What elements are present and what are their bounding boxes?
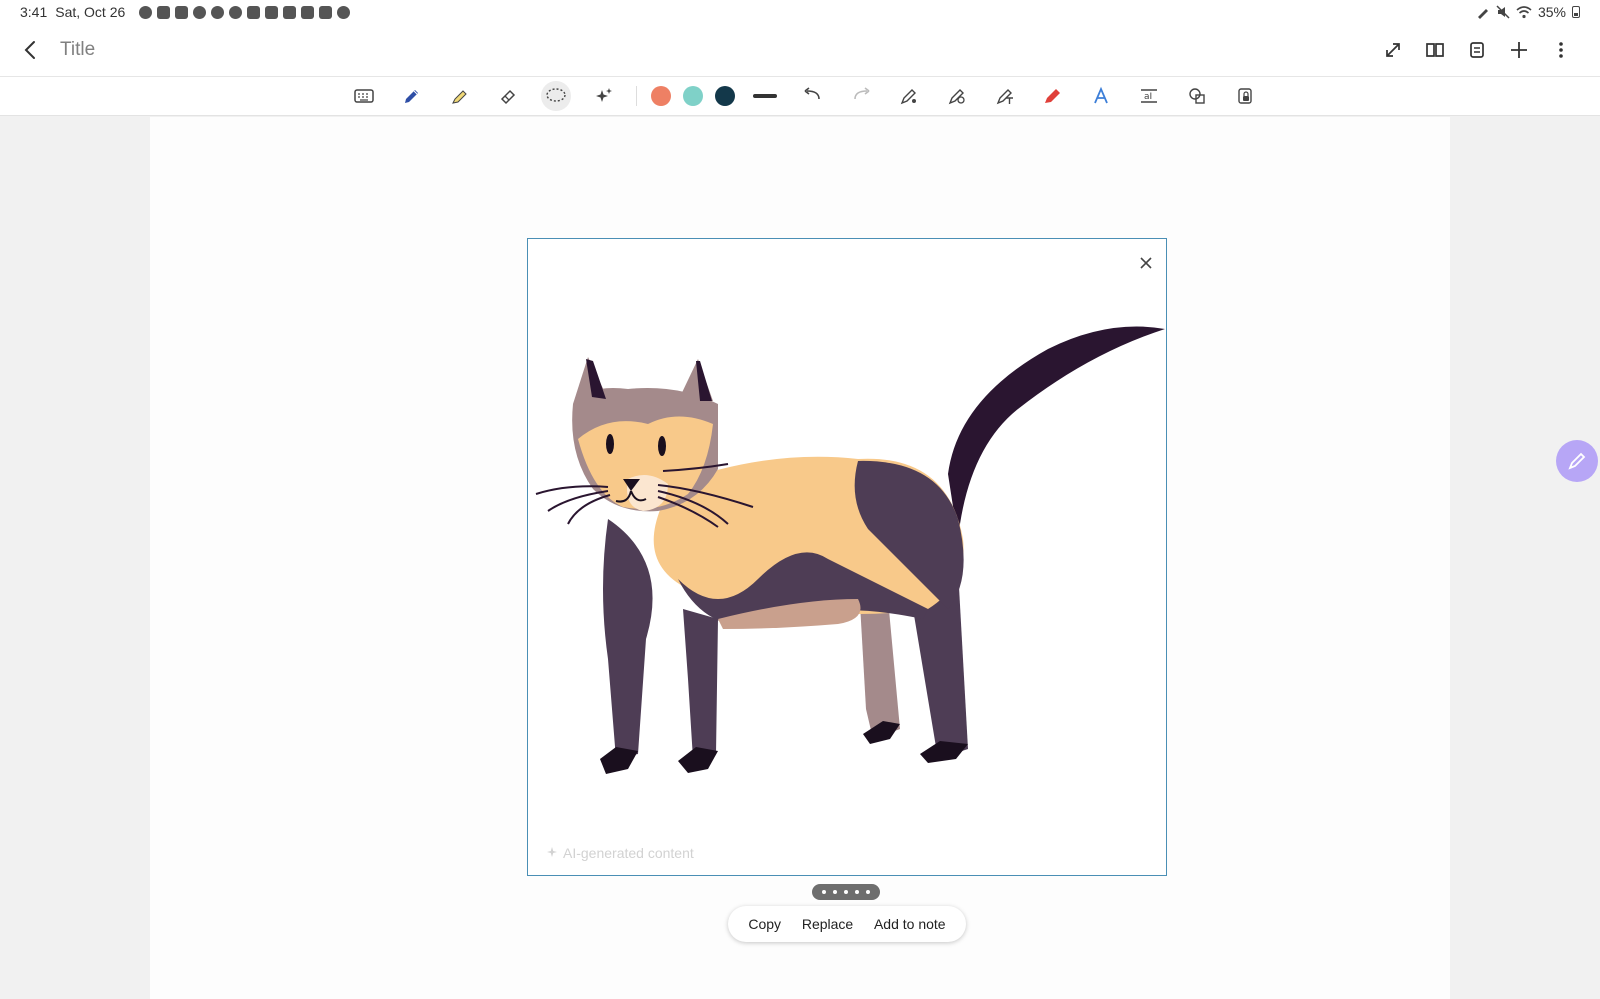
text-style-tool[interactable] bbox=[1077, 78, 1125, 114]
pen-text-icon bbox=[996, 89, 1013, 105]
highlighter-icon bbox=[451, 90, 467, 104]
drawing-toolbar: aI bbox=[0, 76, 1600, 116]
shapes-tool[interactable] bbox=[1173, 78, 1221, 114]
cat-illustration bbox=[535, 326, 1165, 774]
mail-icon bbox=[265, 5, 279, 19]
mute-icon bbox=[1496, 5, 1510, 19]
pager-dot bbox=[844, 890, 848, 894]
pager-dot bbox=[855, 890, 859, 894]
chevron-left-icon bbox=[24, 41, 35, 59]
toolbar-divider bbox=[635, 86, 637, 106]
more-options-button[interactable] bbox=[1550, 39, 1572, 61]
marker-icon bbox=[1044, 89, 1060, 103]
pen-sparkle-icon bbox=[900, 89, 916, 105]
lasso-selected-indicator bbox=[540, 81, 571, 111]
color-swatch-coral[interactable] bbox=[650, 86, 671, 106]
messenger-icon bbox=[139, 5, 153, 19]
undo-icon bbox=[804, 87, 820, 100]
text-box-tool[interactable]: aI bbox=[1125, 78, 1173, 114]
lock-tool[interactable] bbox=[1221, 78, 1269, 114]
play-store-icon bbox=[157, 5, 171, 19]
sparkle-icon bbox=[595, 88, 612, 102]
ink-to-shape-tool[interactable] bbox=[933, 78, 981, 114]
highlighter-tool[interactable] bbox=[436, 78, 484, 114]
sparkle-icon bbox=[547, 847, 557, 857]
image-action-bar: Copy Replace Add to note bbox=[728, 906, 966, 942]
tool-group: aI bbox=[340, 78, 1269, 114]
lock-icon bbox=[175, 5, 189, 19]
copy-button[interactable]: Copy bbox=[748, 916, 781, 932]
redo-icon bbox=[853, 87, 869, 100]
cloud-icon bbox=[337, 5, 351, 19]
eraser-tool[interactable] bbox=[484, 78, 532, 114]
ai-assist-tool[interactable] bbox=[580, 78, 628, 114]
close-icon bbox=[1140, 257, 1152, 269]
book-view-button[interactable] bbox=[1424, 39, 1446, 61]
wifi-icon bbox=[1516, 6, 1532, 19]
pager-dot bbox=[866, 890, 870, 894]
gallery-icon bbox=[301, 5, 315, 19]
add-icon bbox=[1511, 42, 1527, 58]
color-swatch-teal[interactable] bbox=[682, 86, 703, 106]
ai-generated-label: AI-generated content bbox=[546, 845, 694, 861]
status-date: Sat, Oct 26 bbox=[55, 4, 126, 20]
add-to-note-button[interactable]: Add to note bbox=[874, 916, 946, 932]
back-button[interactable] bbox=[18, 38, 42, 62]
pen-shape-icon bbox=[948, 89, 965, 105]
svg-text:aI: aI bbox=[1144, 92, 1152, 102]
shapes-icon bbox=[1188, 88, 1205, 104]
marker-tool[interactable] bbox=[1029, 78, 1077, 114]
pen-icon bbox=[404, 90, 418, 103]
status-left: 3:41 Sat, Oct 26 bbox=[20, 4, 351, 20]
keyboard-tool[interactable] bbox=[340, 78, 388, 114]
ai-generated-text: AI-generated content bbox=[563, 845, 694, 861]
expand-icon bbox=[1386, 43, 1400, 57]
title-actions bbox=[1382, 39, 1572, 61]
pager-dot bbox=[833, 890, 837, 894]
lasso-icon bbox=[545, 88, 566, 102]
replace-button[interactable]: Replace bbox=[802, 916, 853, 932]
expand-button[interactable] bbox=[1382, 39, 1404, 61]
keyboard-icon bbox=[353, 89, 374, 103]
battery-percent: 35% bbox=[1537, 4, 1566, 20]
floating-pen-button[interactable] bbox=[1556, 440, 1598, 482]
stroke-width-selector[interactable] bbox=[752, 94, 777, 98]
color-swatch-navy[interactable] bbox=[714, 86, 735, 106]
spen-icon bbox=[1477, 9, 1488, 19]
status-right: 35% bbox=[1476, 4, 1580, 20]
pager-dot bbox=[822, 890, 826, 894]
chrome-icon bbox=[229, 5, 243, 19]
lasso-tool[interactable] bbox=[532, 78, 580, 114]
more-icon bbox=[1559, 42, 1563, 58]
pen-tool[interactable] bbox=[388, 78, 436, 114]
status-time: 3:41 bbox=[20, 4, 48, 20]
undo-button[interactable] bbox=[789, 78, 837, 114]
page-lock-icon bbox=[1237, 88, 1252, 104]
generated-image-frame[interactable]: AI-generated content bbox=[527, 238, 1167, 876]
note-title[interactable]: Title bbox=[60, 39, 95, 61]
battery-icon bbox=[1572, 6, 1580, 18]
book-view-icon bbox=[1426, 43, 1444, 57]
page-list-button[interactable] bbox=[1466, 39, 1488, 61]
ink-to-text-tool[interactable] bbox=[981, 78, 1029, 114]
shield-icon bbox=[247, 5, 261, 19]
page-list-icon bbox=[1470, 42, 1484, 58]
pen-icon bbox=[1568, 452, 1586, 470]
eraser-icon bbox=[500, 89, 515, 105]
shield-icon bbox=[283, 5, 297, 19]
image-pager[interactable] bbox=[812, 884, 880, 900]
google-icon bbox=[211, 5, 225, 19]
status-bar: 3:41 Sat, Oct 26 35% bbox=[0, 0, 1600, 24]
title-bar: Title bbox=[0, 24, 1600, 76]
pen-settings-tool[interactable] bbox=[885, 78, 933, 114]
redo-button[interactable] bbox=[837, 78, 885, 114]
google-icon bbox=[193, 5, 207, 19]
text-style-icon bbox=[1093, 86, 1108, 104]
text-box-icon: aI bbox=[1140, 89, 1157, 103]
add-page-button[interactable] bbox=[1508, 39, 1530, 61]
close-image-button[interactable] bbox=[1134, 251, 1158, 275]
download-icon bbox=[319, 5, 333, 19]
notification-icons bbox=[139, 5, 351, 19]
